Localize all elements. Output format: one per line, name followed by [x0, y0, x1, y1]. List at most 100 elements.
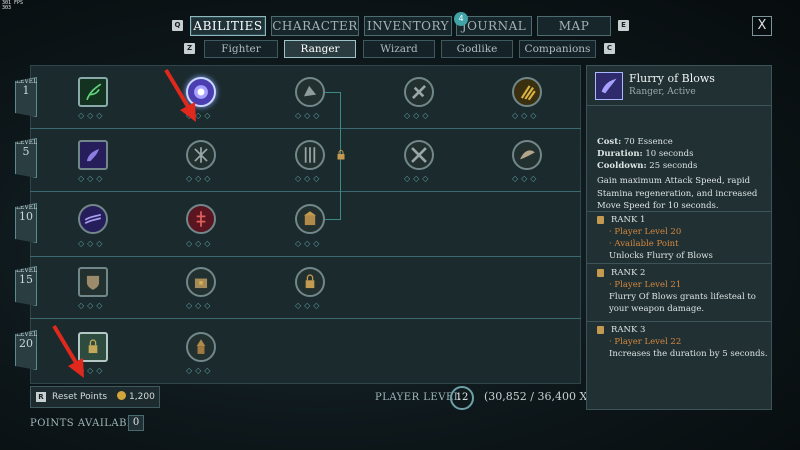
skill-node-crossed-swords-icon[interactable]	[404, 140, 434, 170]
reset-cost: 1,200	[129, 392, 155, 402]
rank-requirement: Player Level 20	[614, 227, 682, 237]
subtab-companions[interactable]: Companions	[519, 40, 596, 58]
ability-subtitle: Ranger, Active	[629, 87, 696, 97]
rank-pips: ◇◇◇	[295, 239, 323, 248]
fps-counter: 301 FPS 303	[2, 1, 23, 11]
rank-pips: ◇◇◇	[186, 174, 214, 183]
tab-abilities[interactable]: ABILITIES	[190, 16, 266, 36]
skill-node-dragon-icon[interactable]	[78, 140, 108, 170]
skill-node-nature-icon[interactable]	[78, 77, 108, 107]
rank-pips: ◇◇◇	[78, 239, 106, 248]
skill-node-totem-icon[interactable]	[186, 204, 216, 234]
cost-label: Cost:	[597, 137, 622, 147]
tab-character[interactable]: CHARACTER	[271, 16, 359, 36]
journal-notification-badge: 4	[454, 12, 468, 26]
divider	[587, 211, 771, 212]
tab-inventory[interactable]: INVENTORY	[364, 16, 452, 36]
cooldown-label: Cooldown:	[597, 161, 647, 171]
key-hint-next-class: C	[604, 43, 615, 54]
rank-pips: ◇◇◇	[295, 301, 323, 310]
rank-title: RANK 2	[597, 267, 769, 279]
rank-title: RANK 3	[597, 324, 769, 336]
rank-requirement: Available Point	[614, 239, 679, 249]
ability-title: Flurry of Blows	[629, 72, 715, 85]
tier-divider	[30, 256, 581, 257]
lock-icon	[337, 150, 345, 160]
skill-node-slash-icon[interactable]	[78, 204, 108, 234]
cooldown-value: 25 seconds	[649, 161, 698, 171]
level-badge-15: LEVEL 15	[15, 266, 37, 306]
tab-map[interactable]: MAP	[537, 16, 611, 36]
skill-node-weapons-icon[interactable]	[295, 140, 325, 170]
rank-requirement: Player Level 22	[614, 337, 682, 347]
rank-pips: ◇◇◇	[186, 301, 214, 310]
level-badge-10: LEVEL 10	[15, 203, 37, 243]
level-number: 5	[22, 145, 30, 158]
rank-1-block: RANK 1 · Player Level 20 · Available Poi…	[597, 214, 769, 262]
tier-divider	[30, 128, 581, 129]
reset-points-button[interactable]: R Reset Points 1,200	[30, 386, 160, 408]
skill-node-claw-icon[interactable]	[512, 77, 542, 107]
subtab-ranger[interactable]: Ranger	[284, 40, 356, 58]
tree-connector	[325, 92, 341, 93]
rank-pips: ◇◇◇	[512, 174, 540, 183]
cost-value: 70 Essence	[624, 137, 673, 147]
points-available-value: 0	[128, 415, 144, 431]
red-arrow-annotation	[52, 324, 84, 378]
duration-label: Duration:	[597, 149, 643, 159]
divider	[587, 321, 771, 322]
key-hint-next-tab: E	[618, 20, 629, 31]
close-button[interactable]: X	[752, 16, 772, 36]
skill-node-blades-icon[interactable]	[186, 140, 216, 170]
rank-effect: Unlocks Flurry of Blows	[609, 251, 713, 261]
tier-divider	[30, 318, 581, 319]
rank-pips: ◇◇◇	[295, 111, 323, 120]
xp-progress-text: (30,852 / 36,400 XP)	[484, 390, 599, 403]
skill-node-chest-icon[interactable]	[186, 267, 216, 297]
skill-node-totem-locked-icon[interactable]	[186, 332, 216, 362]
subtab-wizard[interactable]: Wizard	[363, 40, 435, 58]
rank-pips: ◇◇◇	[295, 174, 323, 183]
rank-pips: ◇◇◇	[78, 301, 106, 310]
rank-title: RANK 1	[597, 214, 769, 226]
rank-pips: ◇◇◇	[186, 366, 214, 375]
skill-node-strike-icon[interactable]	[404, 77, 434, 107]
rank-requirement: Player Level 21	[614, 280, 682, 290]
red-arrow-annotation	[164, 68, 196, 122]
rank-pips: ◇◇◇	[78, 174, 106, 183]
subtab-fighter[interactable]: Fighter	[204, 40, 278, 58]
key-hint-reset: R	[36, 392, 46, 402]
duration-value: 10 seconds	[645, 149, 694, 159]
key-hint-prev-class: Z	[184, 43, 195, 54]
rank-3-block: RANK 3 · Player Level 22 Increases the d…	[597, 324, 769, 360]
rank-pips: ◇◇◇	[404, 174, 432, 183]
divider	[587, 263, 771, 264]
skill-node-shrine-icon[interactable]	[295, 204, 325, 234]
ability-header: Flurry of Blows Ranger, Active	[587, 66, 771, 106]
skill-node-locked-icon[interactable]	[295, 267, 325, 297]
flurry-of-blows-icon	[595, 72, 623, 100]
level-badge-1: LEVEL 1	[15, 77, 37, 117]
rank-effect: Increases the duration by 5 seconds.	[609, 349, 768, 359]
level-number: 20	[19, 337, 33, 350]
rank-pips: ◇◇◇	[186, 239, 214, 248]
fps-line-2: 303	[2, 5, 12, 11]
points-available-label: POINTS AVAILABLE	[30, 418, 142, 429]
rank-2-block: RANK 2 · Player Level 21 Flurry Of Blows…	[597, 267, 769, 315]
skill-node-beast-icon[interactable]	[295, 77, 325, 107]
skill-node-shield-icon[interactable]	[78, 267, 108, 297]
level-badge-20: LEVEL 20	[15, 330, 37, 370]
ability-description: Gain maximum Attack Speed, rapid Stamina…	[597, 176, 758, 211]
subtab-godlike[interactable]: Godlike	[441, 40, 513, 58]
reset-label: Reset Points	[52, 392, 108, 402]
level-number: 10	[19, 210, 33, 223]
level-badge-5: LEVEL 5	[15, 138, 37, 178]
coin-icon	[117, 391, 127, 400]
ability-detail-panel: Flurry of Blows Ranger, Active Cost: 70 …	[586, 65, 772, 410]
skill-node-wing-icon[interactable]	[512, 140, 542, 170]
rank-pips: ◇◇◇	[404, 111, 432, 120]
rank-effect: Flurry Of Blows grants lifesteal to your…	[609, 292, 756, 314]
level-number: 15	[19, 273, 33, 286]
player-level-value: 12	[450, 386, 474, 410]
level-number: 1	[22, 84, 30, 97]
